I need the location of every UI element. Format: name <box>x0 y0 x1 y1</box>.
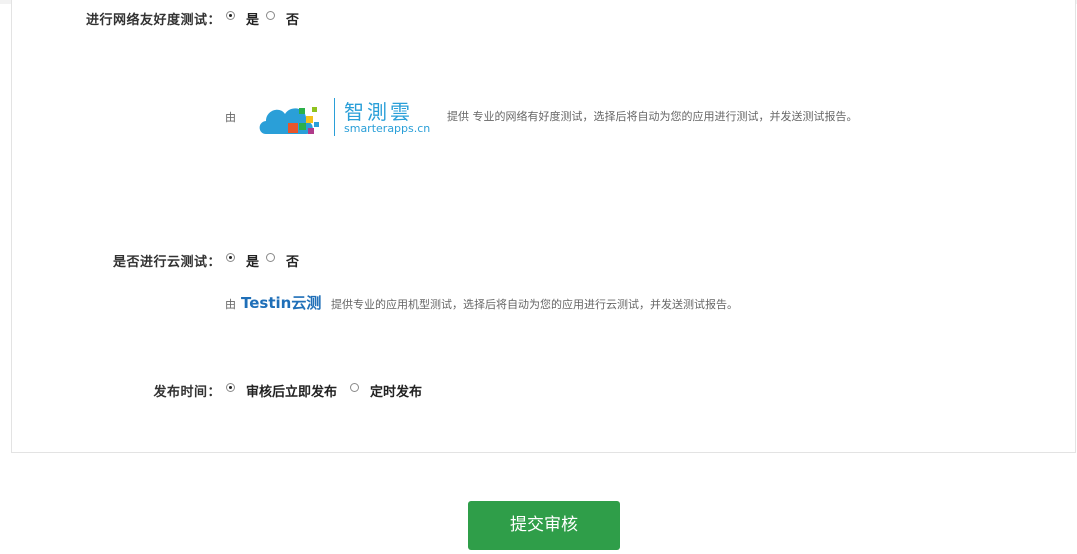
network-test-description: 提供 专业的网络有好度测试，选择后将自动为您的应用进行测试，并发送测试报告。 <box>447 110 858 123</box>
cloud-test-yes-radio[interactable] <box>226 253 235 262</box>
network-provider-prefix: 由 <box>225 111 236 124</box>
cloud-test-description: 提供专业的应用机型测试，选择后将自动为您的应用进行云测试，并发送测试报告。 <box>331 298 738 311</box>
cloud-test-label: 是否进行云测试： <box>112 255 221 270</box>
publish-scheduled-radio[interactable] <box>350 383 359 392</box>
cloud-test-yes-label[interactable]: 是 <box>246 251 259 270</box>
settings-panel: 进行网络友好度测试： 是 否 由 提供 专业的网络有好度测试，选择后将自动为您的… <box>11 0 1076 453</box>
network-test-yes-label[interactable]: 是 <box>246 9 259 28</box>
cloud-provider-prefix: 由 <box>225 298 236 311</box>
publish-time-label: 发布时间： <box>153 385 221 400</box>
publish-scheduled-label[interactable]: 定时发布 <box>370 381 422 400</box>
network-test-no-radio[interactable] <box>266 11 275 20</box>
testin-logo: Testin云测 <box>241 294 322 312</box>
publish-immediate-label[interactable]: 审核后立即发布 <box>246 381 337 400</box>
submit-review-button[interactable]: 提交审核 <box>468 501 620 550</box>
cloud-test-no-radio[interactable] <box>266 253 275 262</box>
smarterapps-logo-cn: 智測雲 <box>344 100 413 124</box>
cloud-test-no-label[interactable]: 否 <box>286 251 299 270</box>
smarterapps-logo: 智測雲 smarterapps.cn <box>258 96 438 138</box>
network-test-yes-radio[interactable] <box>226 11 235 20</box>
network-test-no-label[interactable]: 否 <box>286 9 299 28</box>
network-test-label: 进行网络友好度测试： <box>85 13 221 28</box>
cloud-logo-icon <box>259 107 319 134</box>
smarterapps-logo-en: smarterapps.cn <box>344 122 431 135</box>
publish-immediate-radio[interactable] <box>226 383 235 392</box>
